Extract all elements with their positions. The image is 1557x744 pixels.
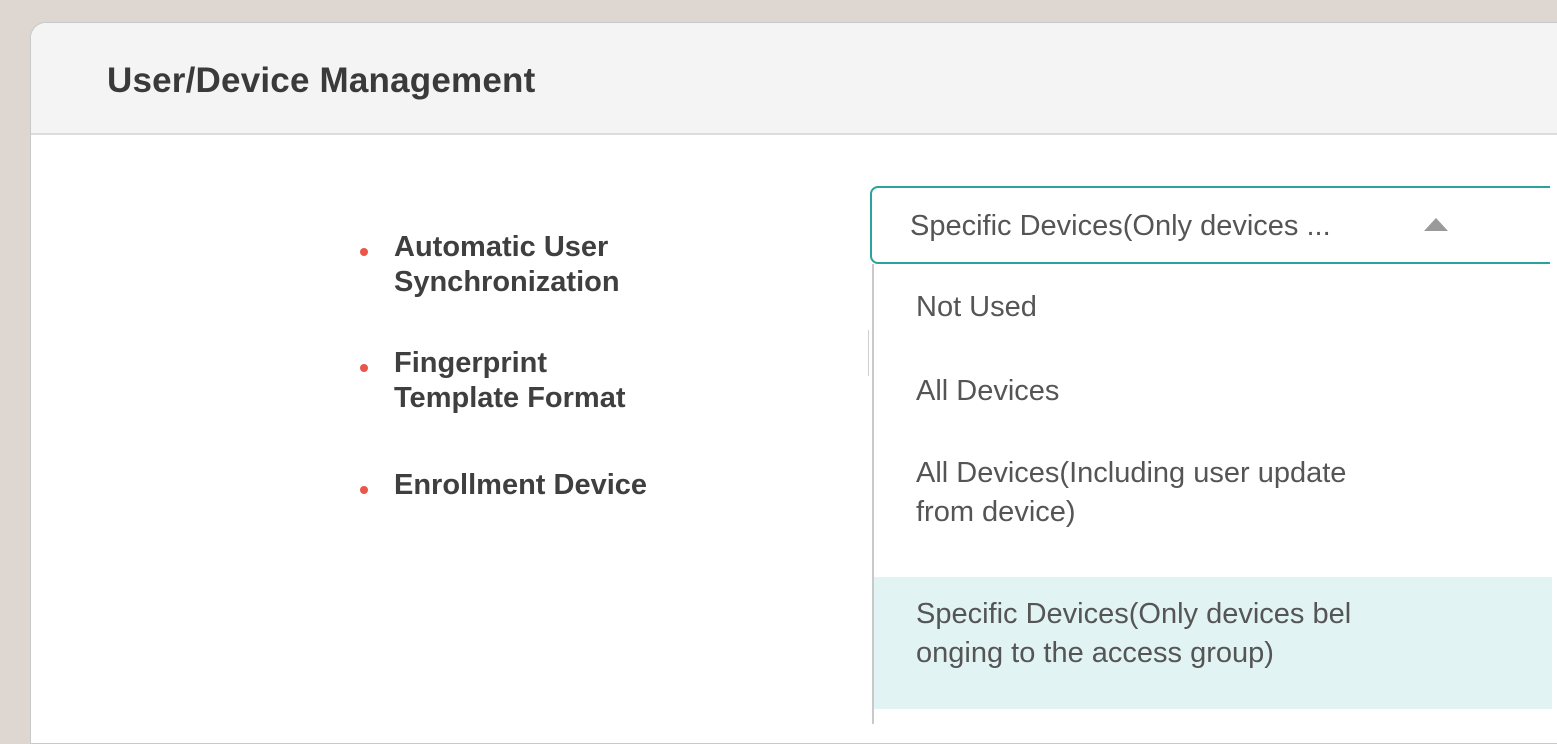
- field-automatic-user-sync: Automatic User Synchronization: [360, 230, 724, 300]
- automatic-user-sync-select[interactable]: Specific Devices(Only devices ...: [870, 186, 1550, 264]
- option-label-line2: onging to the access group): [916, 637, 1274, 669]
- field-label-line2: Template Format: [394, 382, 626, 414]
- field-label-line1: Automatic User: [394, 231, 609, 263]
- option-label: All Devices: [916, 375, 1060, 407]
- option-label-line1: All Devices(Including user update: [916, 457, 1347, 489]
- panel-header: User/Device Management: [31, 23, 1557, 135]
- sync-options-dropdown: Not Used All Devices All Devices(Includi…: [872, 264, 1552, 724]
- option-specific-devices[interactable]: Specific Devices(Only devices bel onging…: [874, 577, 1552, 709]
- required-bullet-icon: [360, 486, 368, 494]
- required-bullet-icon: [360, 248, 368, 256]
- field-label-text: Automatic User Synchronization: [394, 230, 724, 300]
- field-fingerprint-template-format: Fingerprint Template Format: [360, 346, 724, 416]
- option-not-used[interactable]: Not Used: [874, 288, 1552, 327]
- option-label: Not Used: [916, 291, 1037, 323]
- field-label-line1: Fingerprint: [394, 347, 548, 379]
- option-label-line2: from device): [916, 496, 1076, 528]
- option-all-devices-including-update[interactable]: All Devices(Including user update from d…: [874, 454, 1552, 532]
- option-label-line1: Specific Devices(Only devices bel: [916, 598, 1352, 630]
- select-current-value: Specific Devices(Only devices ...: [910, 210, 1331, 242]
- required-bullet-icon: [360, 364, 368, 372]
- field-enrollment-device: Enrollment Device: [360, 468, 724, 503]
- option-all-devices[interactable]: All Devices: [874, 372, 1552, 411]
- field-label-text: Fingerprint Template Format: [394, 346, 724, 416]
- field-label-text: Enrollment Device: [394, 468, 724, 503]
- field-label-line2: Synchronization: [394, 266, 620, 298]
- field-label-line1: Enrollment Device: [394, 469, 648, 501]
- chevron-up-icon[interactable]: [1424, 218, 1448, 231]
- panel-title: User/Device Management: [107, 61, 536, 100]
